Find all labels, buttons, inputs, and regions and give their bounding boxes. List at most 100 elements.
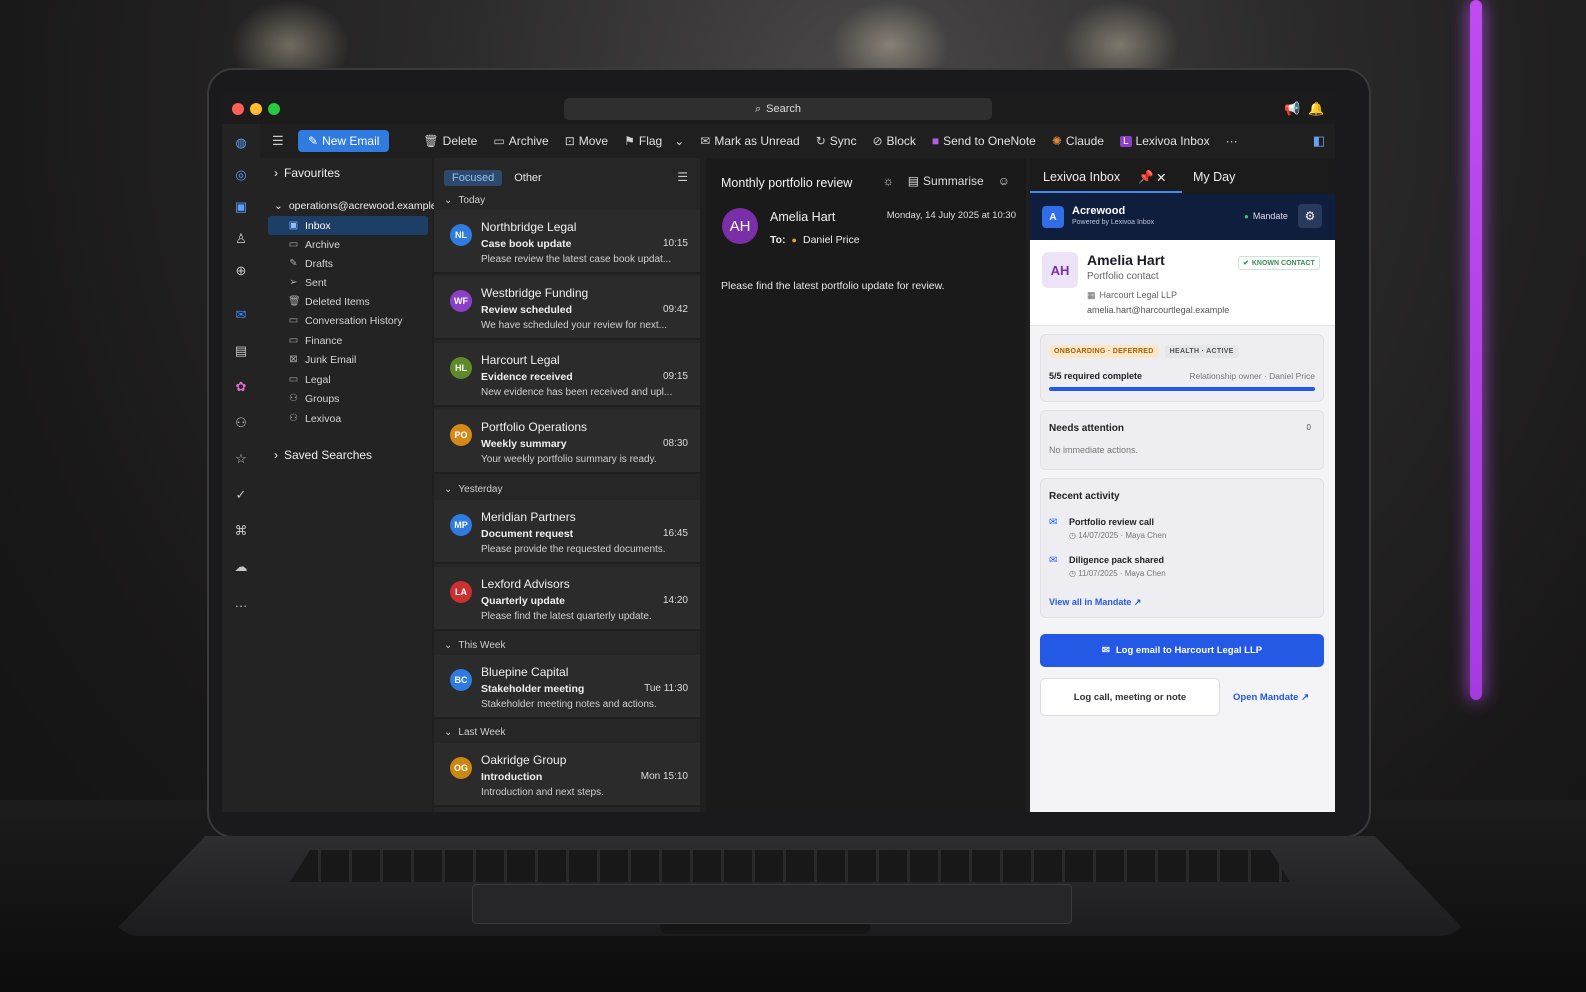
cloud-icon[interactable]: ☁ [232,558,250,576]
folder-archive[interactable]: ▭ Archive [268,235,428,254]
powered-by: Powered by Lexivoa Inbox [1072,219,1155,226]
folder-conversation-history[interactable]: ▭ Conversation History [268,311,428,330]
contact-email[interactable]: amelia.hart@harcourtlegal.example [1087,305,1229,315]
message-item[interactable]: PO Portfolio Operations Weekly summary 0… [434,410,700,474]
trash-icon: 🗑 [423,134,439,148]
message-sender: Westbridge Funding [481,286,589,300]
sync-button[interactable]: ↻ Sync [816,134,857,148]
layout-toggle-icon[interactable]: ◧ [1313,133,1325,149]
needs-attention-card: Needs attention 0 No immediate actions. [1040,410,1324,470]
minimize-window-button[interactable] [250,103,262,115]
favourites-label: Favourites [284,166,341,180]
move-button[interactable]: ⊡ Move [565,134,608,148]
checkmark-icon[interactable]: ✓ [232,486,250,504]
folder-drafts[interactable]: ✎ Drafts [268,254,428,273]
group-header[interactable]: ⌄ Last Week [434,722,700,742]
group-header[interactable]: ⌄ Today [434,190,700,210]
close-window-button[interactable] [232,103,244,115]
message-item[interactable]: OG Oakridge Group Introduction Mon 15:10… [434,743,700,807]
tab-my-day[interactable]: My Day [1193,170,1235,184]
lexivoa-inbox-button[interactable]: L Lexivoa Inbox [1119,134,1210,148]
more-apps-icon[interactable]: … [232,594,250,612]
chevron-down-icon[interactable]: ⌄ [674,134,684,148]
message-time: 16:45 [662,528,688,539]
archive-button[interactable]: ▭ Archive [493,134,548,148]
log-email-button[interactable]: ✉ Log email to Harcourt Legal LLP [1040,634,1324,667]
activity-meta-label: 11/07/2025 · Maya Chen [1078,569,1166,578]
new-email-button[interactable]: ✎ New Email [298,130,390,152]
folder-inbox[interactable]: ▣ Inbox [268,216,428,235]
filter-icon[interactable]: ☰ [677,170,688,184]
bell-icon[interactable]: 🔔 [1308,101,1324,117]
block-button[interactable]: ⊘ Block [872,134,915,148]
group-header[interactable]: ⌄ Yesterday [434,479,700,499]
onenote-icon: ■ [931,134,940,148]
people-icon[interactable]: ⚇ [232,414,250,432]
settings-gear-icon[interactable]: ⚙ [1298,204,1322,228]
star-icon[interactable]: ☆ [232,450,250,468]
message-item[interactable]: BC Bluepine Capital Stakeholder meeting … [434,655,700,719]
close-icon[interactable]: ✕ [1156,170,1166,185]
group-header[interactable]: ⌄ This Week [434,635,700,655]
flag-button[interactable]: ⚑ Flag ⌄ [624,134,684,148]
status-card: ONBOARDING · DEFERRED HEALTH · ACTIVE 5/… [1040,334,1324,402]
activity-meta: ◷ 14/07/2025 · Maya Chen [1069,531,1166,540]
tab-lexivoa-inbox[interactable]: Lexivoa Inbox [1043,170,1120,184]
folder-junk-email[interactable]: ⊠ Junk Email [268,350,428,369]
message-item[interactable]: NL Northbridge Legal Case book update 10… [434,210,700,274]
favourites-header[interactable]: › Favourites [274,166,340,180]
sender-name[interactable]: Amelia Hart [770,210,835,224]
summarise-button[interactable]: ▤ Summarise [908,174,984,188]
claude-button[interactable]: ✺ Claude [1052,134,1104,148]
active-tab-indicator [1030,191,1182,193]
recipient-name[interactable]: Daniel Price [803,234,860,246]
add-icon[interactable]: ⊕ [232,262,250,280]
mark-unread-button[interactable]: ✉ Mark as Unread [700,134,799,148]
folder-lexivoa[interactable]: ⚇ Lexivoa [268,409,428,428]
more-commands-button[interactable]: ··· [1226,134,1238,148]
message-time: 09:42 [662,304,688,315]
group-label: Today [458,194,486,206]
folder-legal[interactable]: ▭ Legal [268,370,428,389]
recent-activity-card: Recent activity ✉ Portfolio review call … [1040,478,1324,618]
required-status: 5/5 required complete [1049,371,1143,381]
send-to-onenote-button[interactable]: ■ Send to OneNote [932,134,1036,148]
globe-icon[interactable]: ◍ [232,134,250,152]
tab-other[interactable]: Other [506,170,550,186]
delete-button[interactable]: 🗑 Delete [423,134,477,148]
folder-label: Archive [305,238,341,251]
mail-icon[interactable]: ✉ [232,306,250,324]
folder-deleted-items[interactable]: 🗑 Deleted Items [268,292,428,311]
org-chart-icon[interactable]: ⌘ [232,522,250,540]
view-all-in-mandate-link[interactable]: View all in Mandate ↗ [1049,597,1141,608]
compose-icon: ✎ [308,134,319,148]
email-subject: Monthly portfolio review [721,176,853,190]
megaphone-icon[interactable]: 📢 [1284,101,1300,117]
emoji-icon[interactable]: ☺ [998,174,1010,188]
open-mandate-link[interactable]: Open Mandate ↗ [1233,692,1309,703]
org-name: Acrewood [1072,205,1126,217]
message-item[interactable]: HL Harcourt Legal Evidence received 09:1… [434,343,700,407]
folder-finance[interactable]: ▭ Finance [268,331,428,350]
person-icon[interactable]: ♙ [232,230,250,248]
folder-sent[interactable]: ➢ Sent [268,273,428,292]
message-item[interactable]: LA Lexford Advisors Quarterly update 14:… [434,567,700,631]
message-item[interactable]: WF Westbridge Funding Review scheduled 0… [434,276,700,340]
sun-icon[interactable]: ☼ [883,174,894,188]
saved-searches-header[interactable]: › Saved Searches [274,448,372,462]
folder-groups[interactable]: ⚇ Groups [268,389,428,408]
activity-meta: ◷ 11/07/2025 · Maya Chen [1069,569,1166,578]
copilot-icon[interactable]: ◎ [232,166,250,184]
briefcase-icon[interactable]: ▣ [232,198,250,216]
search-bar[interactable]: ⌕ Search [564,98,992,120]
microsoft365-icon[interactable]: ✿ [232,378,250,396]
tab-focused[interactable]: Focused [444,170,503,186]
message-item[interactable]: MP Meridian Partners Document request 16… [434,500,700,564]
log-call-button[interactable]: Log call, meeting or note [1040,678,1220,716]
account-header[interactable]: ⌄ operations@acrewood.example [274,200,437,212]
pin-icon[interactable]: 📌 [1138,170,1154,185]
hamburger-menu-icon[interactable]: ☰ [272,133,284,149]
message-preview: Your weekly portfolio summary is ready. [481,454,657,465]
maximize-window-button[interactable] [268,103,280,115]
calendar-icon[interactable]: ▤ [232,342,250,360]
